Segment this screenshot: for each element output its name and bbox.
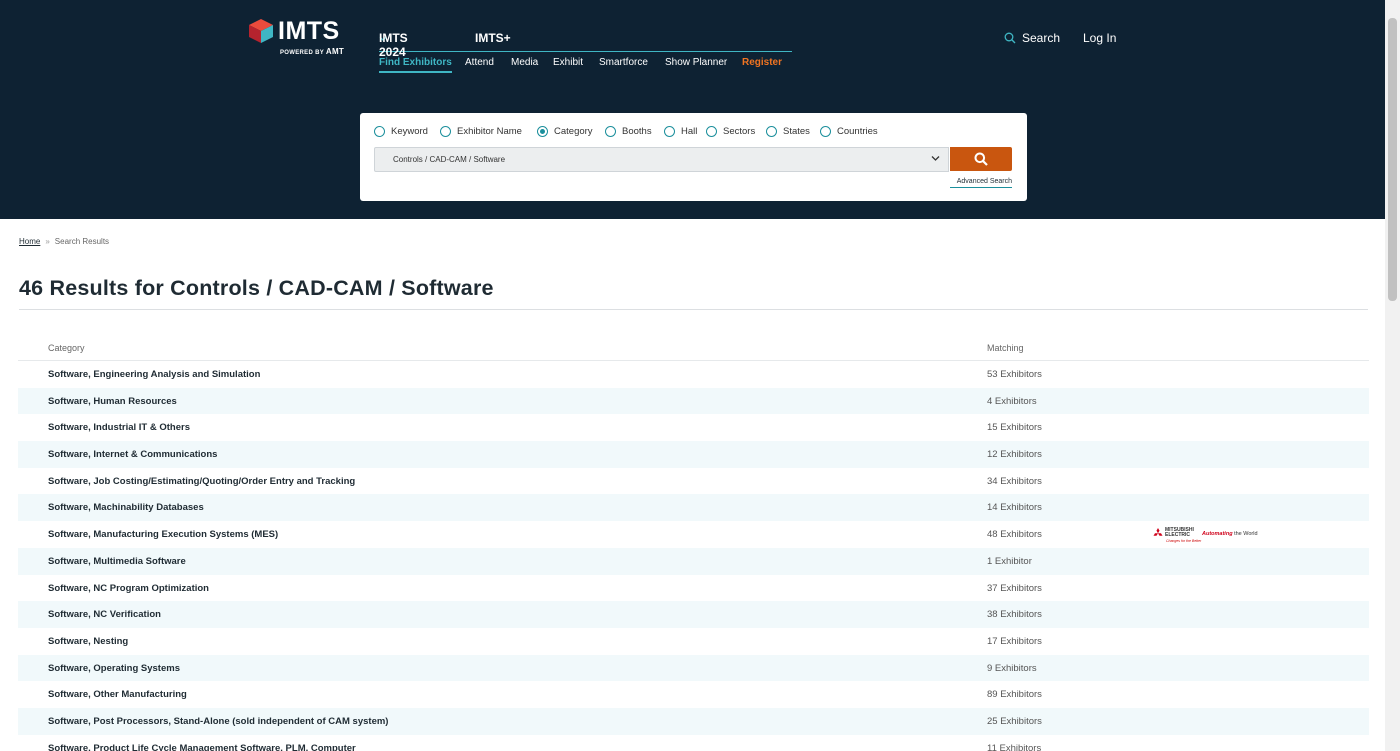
exhibitor-count: 9 Exhibitors bbox=[987, 662, 1037, 674]
search-icon bbox=[1004, 32, 1016, 44]
exhibitor-search-panel: Keyword Exhibitor Name Category Booths H… bbox=[360, 113, 1027, 201]
table-row[interactable]: Software, Post Processors, Stand-Alone (… bbox=[18, 707, 1369, 735]
category-link[interactable]: Software, Nesting bbox=[48, 636, 128, 647]
category-link[interactable]: Software, NC Program Optimization bbox=[48, 583, 209, 594]
sponsor-brand: MITSUBISHI ELECTRIC bbox=[1165, 527, 1194, 539]
exhibitor-count: 1 Exhibitor bbox=[987, 555, 1032, 567]
radio-button-selected[interactable] bbox=[537, 126, 548, 137]
table-row[interactable]: Software, Multimedia Software 1 Exhibitor bbox=[18, 547, 1369, 575]
category-link[interactable]: Software, Operating Systems bbox=[48, 663, 180, 674]
table-row[interactable]: Software, Human Resources 4 Exhibitors bbox=[18, 387, 1369, 415]
search-link-label: Search bbox=[1022, 31, 1061, 45]
table-row[interactable]: Software, Job Costing/Estimating/Quoting… bbox=[18, 468, 1369, 495]
nav-smartforce[interactable]: Smartforce bbox=[599, 57, 648, 68]
breadcrumb-separator: » bbox=[45, 237, 50, 246]
exhibitor-count: 25 Exhibitors bbox=[987, 715, 1042, 727]
exhibitor-count: 53 Exhibitors bbox=[987, 369, 1042, 380]
table-header: Category Matching bbox=[18, 335, 1369, 361]
category-link[interactable]: Software, Engineering Analysis and Simul… bbox=[48, 369, 260, 380]
mitsubishi-logo-icon bbox=[1153, 528, 1163, 536]
category-link[interactable]: Software, Human Resources bbox=[48, 396, 177, 407]
table-row[interactable]: Software, Product Life Cycle Management … bbox=[18, 735, 1369, 751]
table-row[interactable]: Software, Machinability Databases 14 Exhi… bbox=[18, 494, 1369, 522]
page-title: 46 Results for Controls / CAD-CAM / Soft… bbox=[19, 276, 494, 300]
scrollbar-thumb[interactable] bbox=[1388, 18, 1397, 301]
site-header: IMTS POWERED BY AMT IMTS 2024 IMTS+ Find… bbox=[0, 0, 1385, 219]
exhibitor-count: 17 Exhibitors bbox=[987, 635, 1042, 647]
exhibitor-count: 12 Exhibitors bbox=[987, 449, 1042, 461]
table-row[interactable]: Software, Manufacturing Execution System… bbox=[18, 521, 1369, 548]
category-link[interactable]: Software, Other Manufacturing bbox=[48, 689, 187, 700]
cube-logo-icon bbox=[249, 19, 273, 43]
radio-button[interactable] bbox=[766, 126, 777, 137]
exhibitor-count: 37 Exhibitors bbox=[987, 582, 1042, 594]
category-link[interactable]: Software, Manufacturing Execution System… bbox=[48, 529, 278, 540]
exhibitor-count: 11 Exhibitors bbox=[987, 742, 1042, 751]
column-header-matching: Matching bbox=[987, 343, 1024, 353]
table-row[interactable]: Software, Engineering Analysis and Simul… bbox=[18, 361, 1369, 388]
category-link[interactable]: Software, Multimedia Software bbox=[48, 556, 186, 567]
sponsor-slogan: Automating the World bbox=[1202, 531, 1258, 538]
radio-button[interactable] bbox=[706, 126, 717, 137]
breadcrumb-home[interactable]: Home bbox=[19, 237, 40, 246]
category-select-value: Controls / CAD-CAM / Software bbox=[393, 155, 506, 164]
table-row[interactable]: Software, Nesting 17 Exhibitors bbox=[18, 628, 1369, 655]
exhibitor-count: 34 Exhibitors bbox=[987, 475, 1042, 487]
nav-imts-2024[interactable]: IMTS 2024 bbox=[379, 31, 408, 59]
radio-button[interactable] bbox=[440, 126, 451, 137]
search-icon bbox=[974, 152, 988, 166]
exhibitor-count: 89 Exhibitors bbox=[987, 689, 1042, 701]
table-row[interactable]: Software, Internet & Communications 12 Ex… bbox=[18, 441, 1369, 468]
radio-button[interactable] bbox=[820, 126, 831, 137]
sponsor-logo[interactable]: MITSUBISHI ELECTRIC Changes for the Better… bbox=[1152, 527, 1267, 544]
nav-imts-plus[interactable]: IMTS+ bbox=[475, 31, 511, 45]
table-row[interactable]: Software, Industrial IT & Others 15 Exhib… bbox=[18, 414, 1369, 441]
logo-text: IMTS bbox=[278, 17, 340, 45]
top-nav: IMTS 2024 IMTS+ bbox=[379, 31, 792, 59]
results-table: Category Matching Software, Engineering … bbox=[18, 335, 1369, 751]
page-scrollbar[interactable] bbox=[1385, 0, 1400, 751]
chevron-down-icon bbox=[931, 156, 940, 161]
sponsor-tagline: Changes for the Better bbox=[1166, 539, 1202, 544]
category-link[interactable]: Software, Post Processors, Stand-Alone (… bbox=[48, 716, 388, 727]
column-header-category: Category bbox=[48, 343, 85, 353]
advanced-search-link[interactable]: Advanced Search bbox=[950, 178, 1012, 188]
category-link[interactable]: Software, NC Verification bbox=[48, 609, 161, 620]
exhibitor-count: 38 Exhibitors bbox=[987, 609, 1042, 621]
imts-logo[interactable]: IMTS POWERED BY AMT bbox=[248, 16, 348, 58]
category-link[interactable]: Software, Internet & Communications bbox=[48, 449, 217, 460]
nav-find-exhibitors[interactable]: Find Exhibitors bbox=[379, 57, 452, 73]
breadcrumb-current: Search Results bbox=[54, 237, 110, 246]
exhibitor-count: 4 Exhibitors bbox=[987, 395, 1037, 407]
exhibitor-count: 48 Exhibitors bbox=[987, 529, 1042, 541]
radio-button[interactable] bbox=[664, 126, 675, 137]
radio-button[interactable] bbox=[374, 126, 385, 137]
login-link[interactable]: Log In bbox=[1083, 31, 1116, 45]
logo-powered-by: POWERED BY AMT bbox=[280, 47, 345, 56]
category-link[interactable]: Software, Industrial IT & Others bbox=[48, 422, 190, 433]
search-button[interactable] bbox=[950, 147, 1012, 171]
category-link[interactable]: Software, Job Costing/Estimating/Quoting… bbox=[48, 476, 355, 487]
table-row[interactable]: Software, NC Verification 38 Exhibitors bbox=[18, 601, 1369, 628]
nav-show-planner[interactable]: Show Planner bbox=[665, 57, 727, 68]
breadcrumb: Home » Search Results bbox=[19, 237, 109, 246]
category-link[interactable]: Software, Machinability Databases bbox=[48, 502, 204, 513]
exhibitor-count: 14 Exhibitors bbox=[987, 502, 1042, 514]
table-body: Software, Engineering Analysis and Simul… bbox=[18, 361, 1369, 751]
nav-media[interactable]: Media bbox=[511, 57, 538, 68]
nav-exhibit[interactable]: Exhibit bbox=[553, 57, 583, 68]
nav-register[interactable]: Register bbox=[742, 57, 782, 68]
table-row[interactable]: Software, NC Program Optimization 37 Exhi… bbox=[18, 575, 1369, 602]
category-select[interactable]: Controls / CAD-CAM / Software bbox=[374, 147, 949, 172]
table-row[interactable]: Software, Other Manufacturing 89 Exhibito… bbox=[18, 681, 1369, 708]
nav-attend[interactable]: Attend bbox=[465, 57, 494, 68]
category-link[interactable]: Software, Product Life Cycle Management … bbox=[48, 743, 356, 751]
table-row[interactable]: Software, Operating Systems 9 Exhibitors bbox=[18, 654, 1369, 682]
exhibitor-count: 15 Exhibitors bbox=[987, 422, 1042, 434]
radio-button[interactable] bbox=[605, 126, 616, 137]
divider bbox=[19, 309, 1368, 310]
